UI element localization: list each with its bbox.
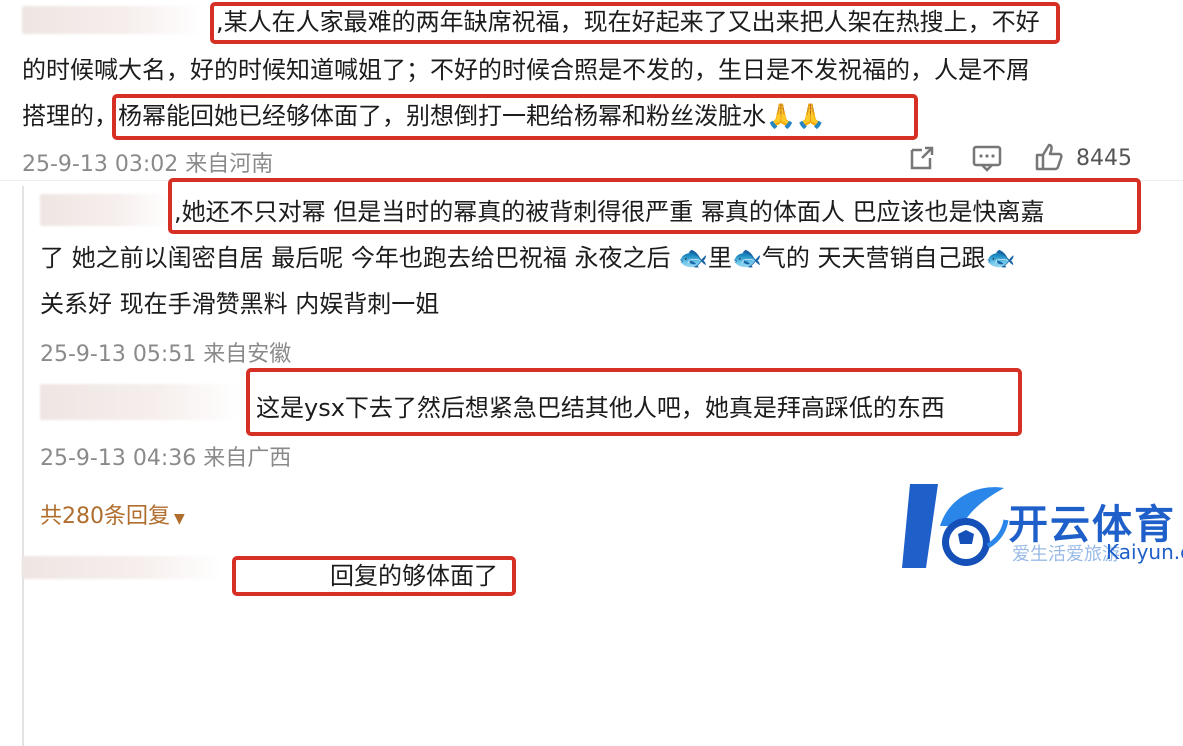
thread-line — [22, 186, 24, 746]
reply-text: 这是ysx下去了然后想紧急巴结其他人吧，她真是拜高踩低的东西 — [256, 394, 945, 422]
avatar-blur — [40, 194, 170, 226]
watermark: 开云体育 爱生活爱旅游 Kaiyun.com — [900, 470, 1183, 579]
pray-emoji: 🙏🙏 — [766, 102, 826, 130]
reply-meta: 25-9-13 05:51 来自安徽 — [40, 342, 292, 367]
view-replies-button[interactable]: 共280条回复 ▼ — [40, 498, 185, 530]
comment-text-line-3: 搭理的，杨幂能回她已经够体面了，别想倒打一耙给杨幂和粉丝泼脏水🙏🙏 — [22, 104, 826, 128]
comment-text-line-2: 的时候喊大名，好的时候知道喊姐了；不好的时候合照是不发的，生日是不发祝福的，人是… — [22, 56, 1030, 84]
share-icon[interactable] — [908, 144, 936, 176]
reply-text-line-3: 关系好 现在手滑赞黑料 内娱背刺一姐 — [40, 290, 440, 318]
reply-text-line-2: 了 她之前以闺密自居 最后呢 今年也跑去给巴祝福 永夜之后 🐟里🐟气的 天天营销… — [40, 244, 1016, 272]
reply-text-line-1: ,她还不只对幂 但是当时的幂真的被背刺得很严重 幂真的体面人 巴应该也是快离嘉 — [174, 198, 1045, 226]
avatar-blur — [22, 6, 202, 34]
brand-slogan: 爱生活爱旅游 — [1012, 544, 1120, 565]
like-icon[interactable] — [1034, 142, 1064, 176]
caret-down-icon: ▼ — [174, 511, 185, 527]
comment-text-line-1: ,某人在人家最难的两年缺席祝福，现在好起来了又出来把人架在热搜上，不好 — [216, 8, 1040, 36]
comment-meta: 25-9-13 03:02 来自河南 — [22, 152, 274, 177]
comment-text-line-3-text: 搭理的，杨幂能回她已经够体面了，别想倒打一耙给杨幂和粉丝泼脏水 — [22, 102, 766, 130]
brand-domain: Kaiyun.com — [1106, 540, 1183, 564]
bottom-comment-text: 回复的够体面了 — [330, 562, 498, 590]
like-count: 8445 — [1076, 146, 1132, 171]
avatar-blur — [40, 384, 240, 420]
avatar-blur — [22, 556, 222, 579]
view-replies-label: 共280条回复 — [40, 504, 170, 529]
reply-meta: 25-9-13 04:36 来自广西 — [40, 446, 292, 471]
comment-icon[interactable] — [972, 144, 1002, 176]
brand-logo — [900, 476, 1012, 580]
